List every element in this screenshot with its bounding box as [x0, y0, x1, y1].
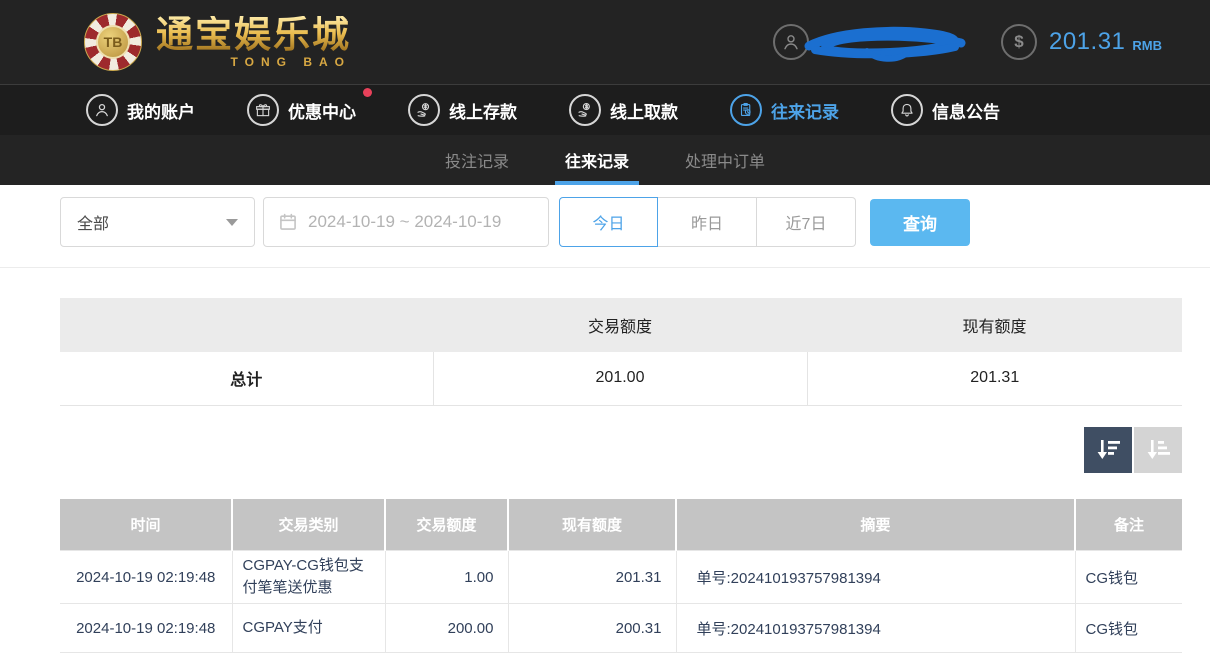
filter-section: 全部 2024-10-19 ~ 2024-10-19 今日 昨日 近7日 查询: [0, 185, 1210, 268]
col-header-type: 交易类别: [232, 499, 385, 551]
tab-label: 处理中订单: [685, 148, 765, 172]
cell-type: CGPAY-CG钱包支付笔笔送优惠: [232, 551, 385, 604]
balance-amount: 201.31: [1049, 28, 1125, 56]
nav-label: 线上存款: [449, 98, 517, 123]
summary-total-label: 总计: [60, 352, 433, 405]
cell-type: CGPAY支付: [232, 604, 385, 653]
quick-range-group: 今日 昨日 近7日: [559, 197, 856, 247]
tab-pending-orders[interactable]: 处理中订单: [679, 135, 771, 185]
redacted-username-scribble: [803, 20, 971, 64]
range-today-button[interactable]: 今日: [559, 197, 658, 247]
nav-deposit[interactable]: 线上存款: [408, 94, 517, 126]
main-nav: 我的账户 优惠中心 线上存款 线上取款: [0, 84, 1210, 135]
nav-my-account[interactable]: 我的账户: [86, 94, 195, 126]
type-select[interactable]: 全部: [60, 197, 255, 247]
summary-header-empty: [60, 298, 433, 352]
logo-title: 通宝娱乐城: [156, 16, 351, 53]
range-yesterday-button[interactable]: 昨日: [658, 197, 757, 247]
col-header-balance: 现有额度: [508, 499, 676, 551]
nav-announcements[interactable]: 信息公告: [891, 94, 1000, 126]
bell-icon: [891, 94, 923, 126]
account-menu[interactable]: [773, 20, 971, 64]
chip-monogram: TB: [96, 25, 130, 59]
gift-icon: [247, 94, 279, 126]
summary-transaction-amount: 201.00: [433, 352, 807, 405]
table-row: 2024-10-19 02:19:48 CGPAY支付 200.00 200.3…: [60, 604, 1182, 653]
sort-descending-button[interactable]: [1084, 427, 1132, 473]
chevron-down-icon: [226, 219, 238, 226]
records-table: 时间 交易类别 交易额度 现有额度 摘要 备注 2024-10-19 02:19…: [60, 499, 1182, 653]
table-row: 2024-10-19 02:19:48 CGPAY-CG钱包支付笔笔送优惠 1.…: [60, 551, 1182, 604]
record-tabs: 投注记录 往来记录 处理中订单: [0, 135, 1210, 185]
nav-transaction-records[interactable]: 往来记录: [730, 94, 839, 126]
cell-balance: 200.31: [508, 604, 676, 653]
col-header-remark: 备注: [1075, 499, 1182, 551]
dollar-icon: $: [1001, 24, 1037, 60]
cell-remark: CG钱包: [1075, 551, 1182, 604]
range-last7days-button[interactable]: 近7日: [757, 197, 856, 247]
logo-text: 通宝娱乐城 TONG BAO: [156, 16, 351, 69]
col-header-summary: 摘要: [676, 499, 1075, 551]
col-header-time: 时间: [60, 499, 232, 551]
summary-table: 交易额度 现有额度 总计 201.00 201.31: [60, 298, 1182, 406]
nav-withdraw[interactable]: 线上取款: [569, 94, 678, 126]
cell-amount: 1.00: [385, 551, 508, 604]
nav-label: 线上取款: [610, 98, 678, 123]
cell-balance: 201.31: [508, 551, 676, 604]
date-range-input[interactable]: 2024-10-19 ~ 2024-10-19: [263, 197, 549, 247]
account-icon: [86, 94, 118, 126]
casino-chip-icon: TB: [84, 13, 142, 71]
summary-header-transaction-amount: 交易额度: [433, 298, 807, 352]
tab-label: 往来记录: [565, 148, 629, 172]
user-area: $ 201.31 RMB: [773, 20, 1162, 64]
cell-summary: 单号:202410193757981394: [676, 604, 1075, 653]
logo-subtitle: TONG BAO: [156, 55, 351, 69]
tab-transaction-records[interactable]: 往来记录: [559, 135, 635, 185]
cell-amount: 200.00: [385, 604, 508, 653]
cell-time: 2024-10-19 02:19:48: [60, 551, 232, 604]
balance-currency: RMB: [1132, 38, 1162, 53]
col-header-amount: 交易额度: [385, 499, 508, 551]
summary-current-amount: 201.31: [807, 352, 1182, 405]
query-button[interactable]: 查询: [870, 199, 970, 246]
sort-ascending-button[interactable]: [1134, 427, 1182, 473]
withdraw-icon: [569, 94, 601, 126]
summary-header-current-amount: 现有额度: [807, 298, 1182, 352]
nav-label: 信息公告: [932, 98, 1000, 123]
tab-label: 投注记录: [445, 148, 509, 172]
top-header: TB 通宝娱乐城 TONG BAO $ 201.31: [0, 0, 1210, 84]
cell-remark: CG钱包: [1075, 604, 1182, 653]
nav-label: 优惠中心: [288, 98, 356, 123]
cell-summary: 单号:202410193757981394: [676, 551, 1075, 604]
tab-betting-records[interactable]: 投注记录: [439, 135, 515, 185]
nav-label: 我的账户: [127, 98, 195, 123]
calendar-icon: [278, 212, 298, 232]
type-select-value: 全部: [77, 210, 109, 234]
summary-row: 总计 201.00 201.31: [60, 352, 1182, 405]
sort-ascending-icon: [1145, 438, 1172, 461]
nav-label: 往来记录: [771, 98, 839, 123]
wallet-balance: $ 201.31 RMB: [1001, 24, 1162, 60]
date-range-value: 2024-10-19 ~ 2024-10-19: [308, 212, 501, 232]
records-icon: [730, 94, 762, 126]
site-logo[interactable]: TB 通宝娱乐城 TONG BAO: [84, 13, 351, 71]
sort-descending-icon: [1095, 438, 1122, 461]
nav-promotions[interactable]: 优惠中心: [247, 94, 356, 126]
cell-time: 2024-10-19 02:19:48: [60, 604, 232, 653]
deposit-icon: [408, 94, 440, 126]
notification-dot: [363, 88, 372, 97]
sort-controls: [60, 427, 1182, 473]
